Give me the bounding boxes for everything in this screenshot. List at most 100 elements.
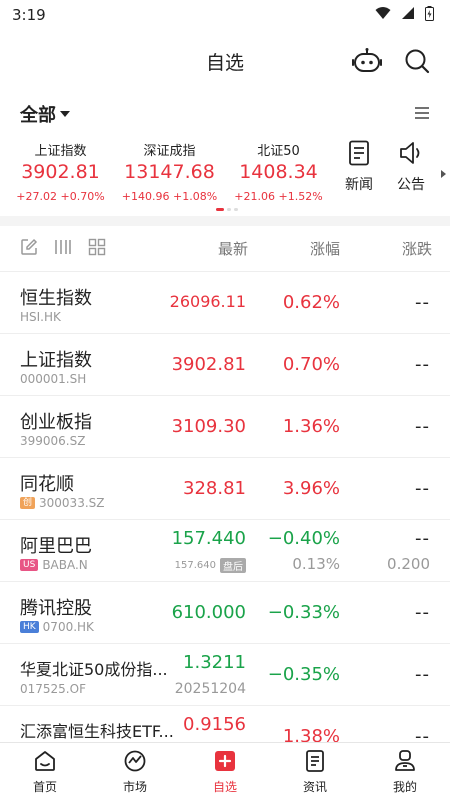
column-pct[interactable]: 涨幅: [310, 238, 340, 259]
news-button[interactable]: 新闻: [333, 140, 385, 194]
stock-pct: 3.96%: [282, 478, 340, 499]
news-label: 新闻: [345, 177, 373, 193]
section-divider: [0, 216, 450, 226]
index-name: 北证50: [257, 144, 300, 159]
stock-price: 157.440: [171, 528, 246, 549]
stock-pct: −0.40%: [267, 528, 340, 549]
index-card-bse50[interactable]: 北证50 1408.34 +21.06 +1.52%: [224, 140, 333, 203]
stock-price: 3902.81: [171, 354, 246, 375]
post-market-pct: 0.13%: [292, 555, 340, 573]
watchlist-row[interactable]: 上证指数 000001.SH 3902.81 0.70% --: [0, 334, 450, 396]
stock-code: 399006.SZ: [20, 434, 86, 448]
menu-button[interactable]: [414, 105, 430, 124]
stock-code-line: 000001.SH: [20, 372, 86, 386]
stock-code: 000001.SH: [20, 372, 87, 386]
stock-chg: --: [415, 292, 430, 313]
pager-dots: [0, 208, 450, 211]
stock-pct: 1.36%: [282, 416, 340, 437]
group-selector-label: 全部: [20, 105, 56, 126]
tab-home[interactable]: 首页: [0, 743, 90, 800]
watchlist-row[interactable]: 腾讯控股 HK 0700.HK 610.000 −0.33% --: [0, 582, 450, 644]
stock-code-line: US BABA.N: [20, 558, 88, 572]
watchlist-row[interactable]: 创业板指 399006.SZ 3109.30 1.36% --: [0, 396, 450, 458]
list-view-button[interactable]: [54, 238, 72, 260]
wifi-icon: [375, 6, 391, 24]
announcement-icon: [400, 142, 420, 164]
pager-dot: [227, 208, 231, 211]
stock-price: 3109.30: [171, 416, 246, 437]
post-market-badge: 盘后: [220, 558, 246, 573]
robot-icon: [352, 48, 382, 72]
stock-name: 创业板指: [20, 412, 92, 433]
nav-date: 20251204: [174, 681, 246, 697]
index-change: +27.02 +0.70%: [16, 190, 105, 203]
grid-view-button[interactable]: [88, 238, 106, 260]
stock-name: 汇添富恒生科技ETF...: [20, 722, 174, 741]
announcement-label: 公告: [397, 177, 425, 193]
stock-name: 恒生指数: [20, 288, 92, 309]
group-selector[interactable]: 全部: [20, 101, 70, 127]
stock-chg: --: [415, 478, 430, 499]
chevron-right-icon[interactable]: [441, 170, 446, 178]
stock-name: 阿里巴巴: [20, 536, 92, 557]
market-tag-chinext: 创: [20, 497, 36, 509]
status-icons: [375, 5, 434, 25]
index-strip: 上证指数 3902.81 +27.02 +0.70% 深证成指 13147.68…: [0, 136, 450, 216]
index-card-shenzhen[interactable]: 深证成指 13147.68 +140.96 +1.08%: [115, 140, 224, 203]
stock-code-line: 创 300033.SZ: [20, 496, 104, 510]
watchlist-row[interactable]: 阿里巴巴 US BABA.N 157.440 −0.40% -- 157.640…: [0, 520, 450, 582]
stock-code: BABA.N: [42, 558, 88, 572]
caret-down-icon: [60, 111, 70, 117]
market-icon: [124, 750, 146, 772]
stock-name: 上证指数: [20, 350, 92, 371]
news-icon: [349, 140, 369, 166]
watchlist-row[interactable]: 华夏北证50成份指... 017525.OF 1.3211 20251204 −…: [0, 644, 450, 706]
group-filter-row: 全部: [0, 92, 450, 136]
stock-code-line: 399006.SZ: [20, 434, 85, 448]
tab-market-label: 市场: [122, 780, 147, 794]
stock-name: 华夏北证50成份指...: [20, 660, 168, 679]
watchlist-row[interactable]: 恒生指数 HSI.HK 26096.11 0.62% --: [0, 272, 450, 334]
tab-news-label: 资讯: [302, 780, 327, 794]
status-time: 3:19: [12, 6, 46, 24]
signal-icon: [401, 6, 415, 24]
index-value: 1408.34: [239, 161, 318, 183]
tab-news[interactable]: 资讯: [270, 743, 360, 800]
page-title: 自选: [205, 51, 244, 74]
watchlist: 恒生指数 HSI.HK 26096.11 0.62% -- 上证指数 00000…: [0, 272, 450, 768]
stock-code: 0700.HK: [42, 620, 94, 634]
stock-pct: 0.70%: [282, 354, 340, 375]
tab-profile[interactable]: 我的: [360, 743, 450, 800]
stock-price: 328.81: [183, 478, 246, 499]
search-icon: [405, 49, 430, 74]
market-tag-hk: HK: [20, 621, 39, 633]
battery-icon: [425, 5, 434, 25]
stock-chg: --: [415, 664, 430, 685]
robot-assistant-button[interactable]: [352, 46, 382, 76]
menu-icon: [415, 106, 429, 119]
stock-code-line: HSI.HK: [20, 310, 61, 324]
news-tab-icon: [306, 750, 324, 772]
tab-watchlist[interactable]: 自选: [180, 743, 270, 800]
watchlist-row[interactable]: 同花顺 创 300033.SZ 328.81 3.96% --: [0, 458, 450, 520]
stock-pct: −0.33%: [267, 602, 340, 623]
index-value: 13147.68: [124, 161, 215, 183]
stock-code-line: 017525.OF: [20, 682, 86, 696]
pager-dot: [234, 208, 238, 211]
index-value: 3902.81: [21, 161, 100, 183]
column-latest[interactable]: 最新: [218, 238, 248, 259]
tab-market[interactable]: 市场: [90, 743, 180, 800]
index-card-shanghai[interactable]: 上证指数 3902.81 +27.02 +0.70%: [6, 140, 115, 203]
search-button[interactable]: [402, 46, 432, 76]
column-header: 最新 涨幅 涨跌: [0, 226, 450, 272]
index-name: 上证指数: [34, 144, 87, 159]
stock-chg: --: [415, 602, 430, 623]
announcement-button[interactable]: 公告: [385, 140, 437, 194]
column-chg[interactable]: 涨跌: [402, 238, 432, 259]
edit-button[interactable]: [20, 238, 38, 260]
stock-code: 300033.SZ: [39, 496, 105, 510]
tab-watchlist-label: 自选: [212, 780, 237, 794]
stock-chg: --: [415, 416, 430, 437]
grid-view-icon: [88, 238, 106, 255]
stock-pct: −0.35%: [267, 664, 340, 685]
